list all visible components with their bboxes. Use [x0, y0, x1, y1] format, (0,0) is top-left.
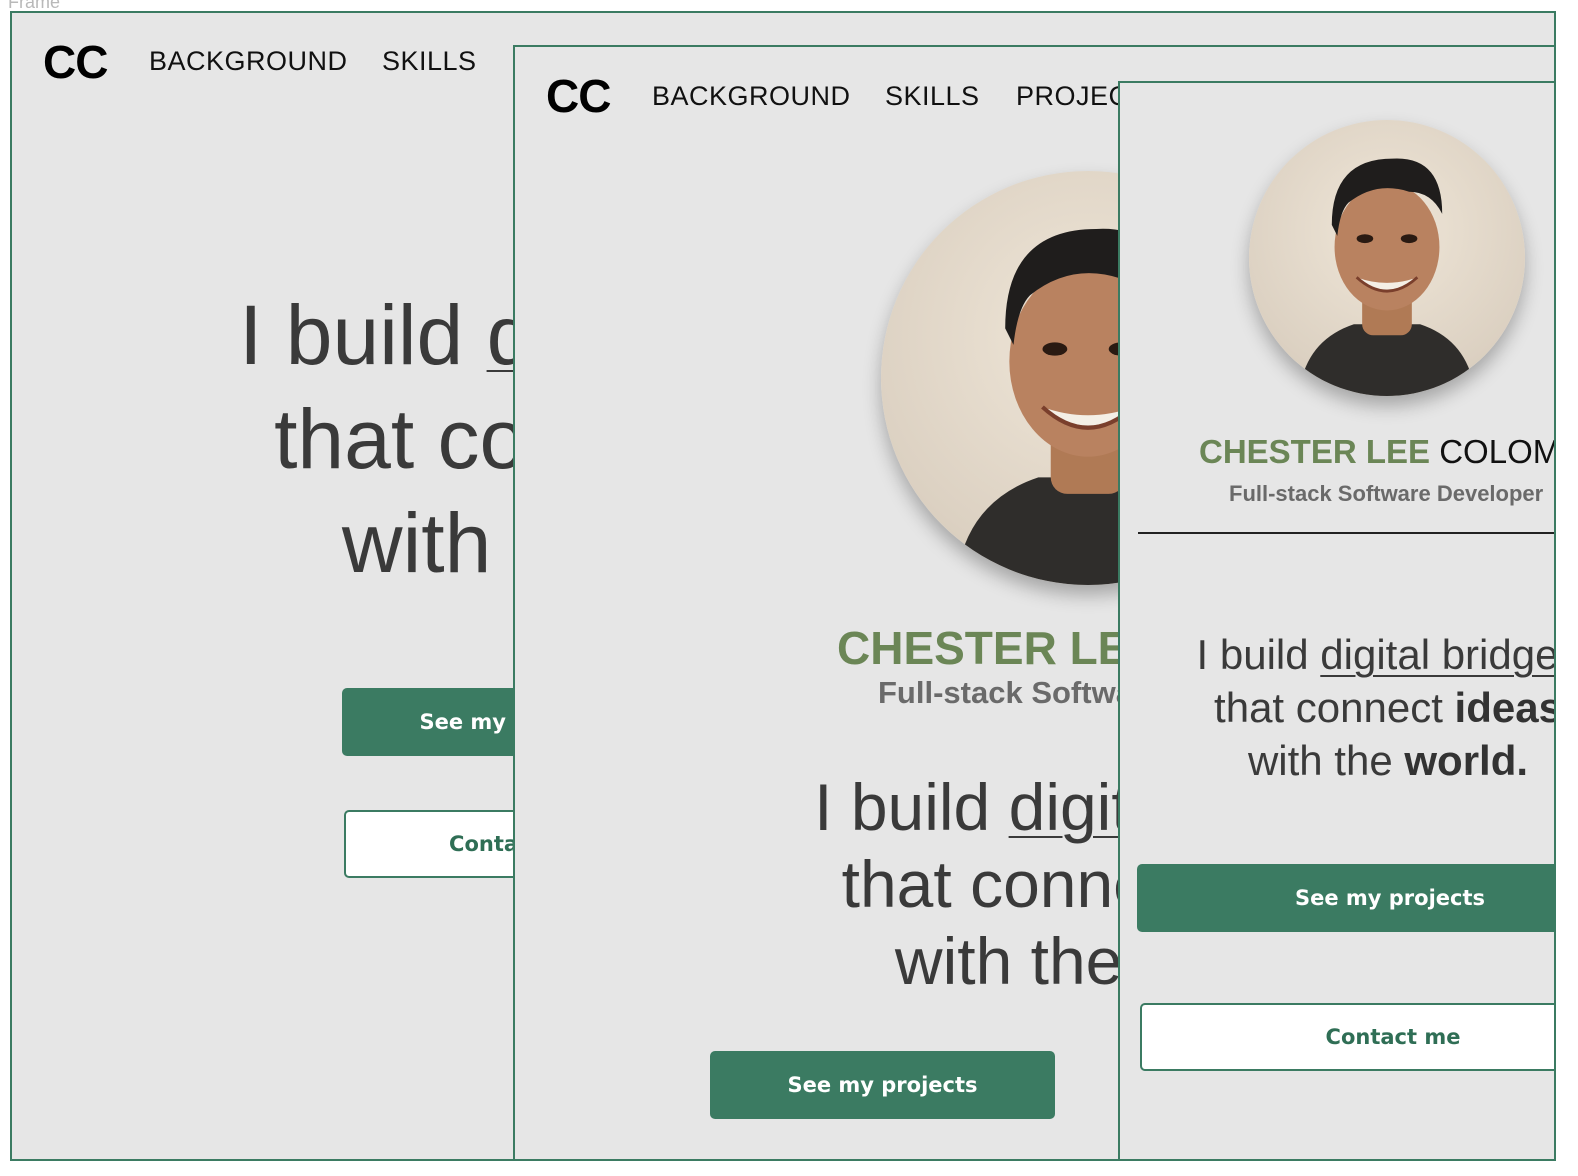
- nav-skills[interactable]: SKILLS: [885, 81, 980, 112]
- hero-tagline: I build digital bridges that connect ide…: [1196, 631, 1556, 784]
- nav-background[interactable]: BACKGROUND: [149, 46, 348, 77]
- nav-background[interactable]: BACKGROUND: [652, 81, 851, 112]
- section-divider: [1138, 532, 1554, 534]
- portrait-image: [1298, 158, 1476, 396]
- profile-name: CHESTER LEE COLOMA: [1199, 433, 1554, 470]
- contact-button[interactable]: Contact me: [1140, 1003, 1554, 1071]
- see-projects-button[interactable]: See my projects: [710, 1051, 1055, 1119]
- nav-skills[interactable]: SKILLS: [382, 46, 477, 77]
- profile-role: Full-stack Software Developer: [1229, 481, 1544, 506]
- site-logo[interactable]: CC: [43, 35, 108, 89]
- see-projects-button[interactable]: See my projects: [1137, 864, 1554, 932]
- profile-avatar: [1249, 120, 1525, 396]
- site-logo[interactable]: CC: [546, 69, 611, 123]
- mobile-frame: CHESTER LEE COLOMA Full-stack Software D…: [1118, 81, 1556, 1161]
